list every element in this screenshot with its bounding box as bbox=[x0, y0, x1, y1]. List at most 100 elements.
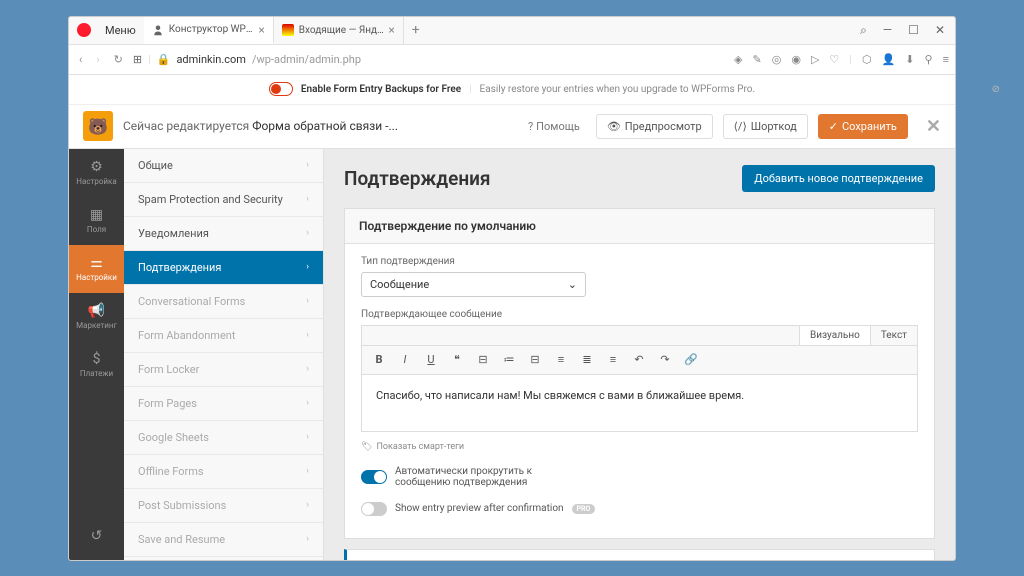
menu-icon[interactable]: ≡ bbox=[943, 53, 949, 66]
chevron-down-icon: ⌄ bbox=[568, 278, 577, 291]
preview-button[interactable]: 👁Предпросмотр bbox=[596, 114, 713, 139]
browser-tab-bar: Меню Конструктор WPForms ‹ А... × Входящ… bbox=[69, 17, 955, 45]
addr-ext-icon[interactable]: ▷ bbox=[811, 53, 819, 66]
ol-button[interactable]: ⊟ bbox=[524, 350, 546, 370]
download-icon[interactable]: ⬇ bbox=[905, 53, 914, 66]
history-icon: ↺ bbox=[91, 528, 103, 544]
addr-ext-icon[interactable]: ✎ bbox=[753, 53, 762, 66]
confirmations-content: Подтверждения Добавить новое подтвержден… bbox=[324, 149, 955, 560]
shortcode-button[interactable]: ⟨/⟩Шорткод bbox=[723, 114, 808, 139]
quote-button[interactable]: ❝ bbox=[446, 350, 468, 370]
builder-close-icon[interactable]: ✕ bbox=[926, 116, 941, 137]
sidebar-item[interactable]: Google Sheets› bbox=[124, 421, 323, 455]
back-button[interactable]: ‹ bbox=[75, 51, 86, 68]
lock-icon: 🔒 bbox=[157, 53, 171, 66]
save-button[interactable]: ✓Сохранить bbox=[818, 114, 908, 139]
profile-icon[interactable]: 👤 bbox=[882, 53, 896, 66]
builder-header: 🐻 Сейчас редактируется Форма обратной св… bbox=[69, 105, 955, 149]
addr-ext-icon[interactable]: ♡ bbox=[829, 53, 839, 66]
confirmation-type-select[interactable]: Сообщение ⌄ bbox=[361, 272, 586, 297]
sidebar-item-label: Conversational Forms bbox=[138, 295, 245, 308]
help-link[interactable]: ?Помощь bbox=[522, 120, 586, 133]
minimize-icon[interactable]: — bbox=[883, 23, 892, 38]
chevron-right-icon: › bbox=[306, 330, 309, 340]
add-confirmation-button[interactable]: Добавить новое подтверждение bbox=[742, 165, 935, 192]
sidebar-item[interactable]: Surveys and Polls› bbox=[124, 557, 323, 560]
editor-visual-tab[interactable]: Визуально bbox=[799, 326, 870, 345]
search-icon[interactable]: ⌕ bbox=[860, 23, 867, 38]
forward-button[interactable]: › bbox=[92, 51, 103, 68]
align-left-button[interactable]: ≡ bbox=[550, 350, 572, 370]
chevron-right-icon: › bbox=[306, 228, 309, 238]
close-icon[interactable]: × bbox=[388, 23, 394, 37]
sidebar-item-label: Form Abandonment bbox=[138, 329, 235, 342]
vtab-payments[interactable]: $Платежи bbox=[69, 341, 124, 389]
editor-text-tab[interactable]: Текст bbox=[870, 326, 917, 345]
addr-ext-icon[interactable]: ⚲ bbox=[925, 53, 933, 66]
add-tab-button[interactable]: + bbox=[404, 22, 428, 38]
undo-button[interactable]: ↶ bbox=[628, 350, 650, 370]
builder-vtabs: ⚙Настройка ▦Поля ⚌Настройки 📢Маркетинг $… bbox=[69, 149, 124, 560]
opera-icon[interactable] bbox=[77, 23, 91, 37]
sidebar-item[interactable]: Подтверждения› bbox=[124, 251, 323, 285]
underline-button[interactable]: U bbox=[420, 350, 442, 370]
upsell-tip: Знаете ли вы? Вы можете иметь несколько … bbox=[344, 549, 935, 560]
form-name-label[interactable]: Сейчас редактируется Форма обратной связ… bbox=[123, 119, 398, 133]
close-window-icon[interactable]: ✕ bbox=[935, 23, 945, 38]
entry-preview-toggle[interactable] bbox=[361, 502, 387, 516]
sidebar-item[interactable]: Conversational Forms› bbox=[124, 285, 323, 319]
vtab-setup[interactable]: ⚙Настройка bbox=[69, 149, 124, 197]
person-icon bbox=[152, 24, 164, 36]
url-input[interactable]: adminkin.com/wp-admin/admin.php bbox=[176, 53, 728, 66]
sidebar-item[interactable]: Form Pages› bbox=[124, 387, 323, 421]
tag-icon: 🏷 bbox=[361, 442, 372, 452]
vtab-settings[interactable]: ⚌Настройки bbox=[69, 245, 124, 293]
sidebar-item[interactable]: Form Abandonment › bbox=[124, 319, 323, 353]
vtab-marketing[interactable]: 📢Маркетинг bbox=[69, 293, 124, 341]
sidebar-item[interactable]: Form Locker› bbox=[124, 353, 323, 387]
redo-button[interactable]: ↷ bbox=[654, 350, 676, 370]
hr-button[interactable]: ⊟ bbox=[472, 350, 494, 370]
auto-scroll-toggle[interactable] bbox=[361, 470, 387, 484]
confirmation-panel: Подтверждение по умолчанию Тип подтвержд… bbox=[344, 208, 935, 539]
bold-button[interactable]: B bbox=[368, 350, 390, 370]
reload-button[interactable]: ↻ bbox=[110, 51, 127, 68]
sidebar-item[interactable]: Уведомления› bbox=[124, 217, 323, 251]
grid-icon[interactable]: ⊞ bbox=[133, 53, 142, 66]
sidebar-item[interactable]: Offline Forms› bbox=[124, 455, 323, 489]
browser-tab-active[interactable]: Конструктор WPForms ‹ А... × bbox=[144, 17, 274, 44]
link-button[interactable]: 🔗 bbox=[680, 350, 702, 370]
check-icon: ✓ bbox=[829, 120, 838, 133]
editor-textarea[interactable]: Спасибо, что написали нам! Мы свяжемся с… bbox=[362, 375, 917, 431]
addr-ext-icon[interactable]: ◎ bbox=[772, 53, 782, 66]
dollar-icon: $ bbox=[93, 351, 101, 367]
addr-ext-icon[interactable]: ◉ bbox=[791, 53, 801, 66]
banner-toggle[interactable] bbox=[269, 82, 293, 96]
maximize-icon[interactable]: ☐ bbox=[908, 23, 919, 38]
sidebar-item[interactable]: Spam Protection and Security› bbox=[124, 183, 323, 217]
close-icon[interactable]: × bbox=[258, 23, 264, 37]
addr-ext-icon[interactable]: ⬡ bbox=[862, 53, 872, 66]
vtab-fields[interactable]: ▦Поля bbox=[69, 197, 124, 245]
chevron-right-icon: › bbox=[306, 500, 309, 510]
gear-icon: ⚙ bbox=[90, 159, 103, 175]
code-icon: ⟨/⟩ bbox=[734, 120, 747, 133]
italic-button[interactable]: I bbox=[394, 350, 416, 370]
addr-ext-icon[interactable]: ◈ bbox=[734, 53, 742, 66]
editor-toolbar: B I U ❝ ⊟ ≔ ⊟ ≡ ≣ ≡ ↶ ↷ 🔗 bbox=[362, 346, 917, 375]
smart-tags-toggle[interactable]: 🏷 Показать смарт-теги bbox=[361, 432, 918, 462]
sidebar-item[interactable]: Post Submissions› bbox=[124, 489, 323, 523]
chevron-right-icon: › bbox=[306, 160, 309, 170]
vtab-revisions[interactable]: ↺ bbox=[69, 512, 124, 560]
panel-header[interactable]: Подтверждение по умолчанию bbox=[345, 209, 934, 244]
align-center-button[interactable]: ≣ bbox=[576, 350, 598, 370]
sidebar-item[interactable]: Save and Resume› bbox=[124, 523, 323, 557]
browser-menu[interactable]: Меню bbox=[97, 24, 144, 37]
sidebar-item-label: Form Locker bbox=[138, 363, 199, 376]
browser-tab[interactable]: Входящие — Яндекс Поч... × bbox=[274, 17, 404, 44]
ul-button[interactable]: ≔ bbox=[498, 350, 520, 370]
align-right-button[interactable]: ≡ bbox=[602, 350, 624, 370]
help-icon: ? bbox=[528, 120, 533, 133]
address-bar: ‹ › ↻ ⊞ | 🔒 adminkin.com/wp-admin/admin.… bbox=[69, 45, 955, 75]
sidebar-item[interactable]: Общие› bbox=[124, 149, 323, 183]
